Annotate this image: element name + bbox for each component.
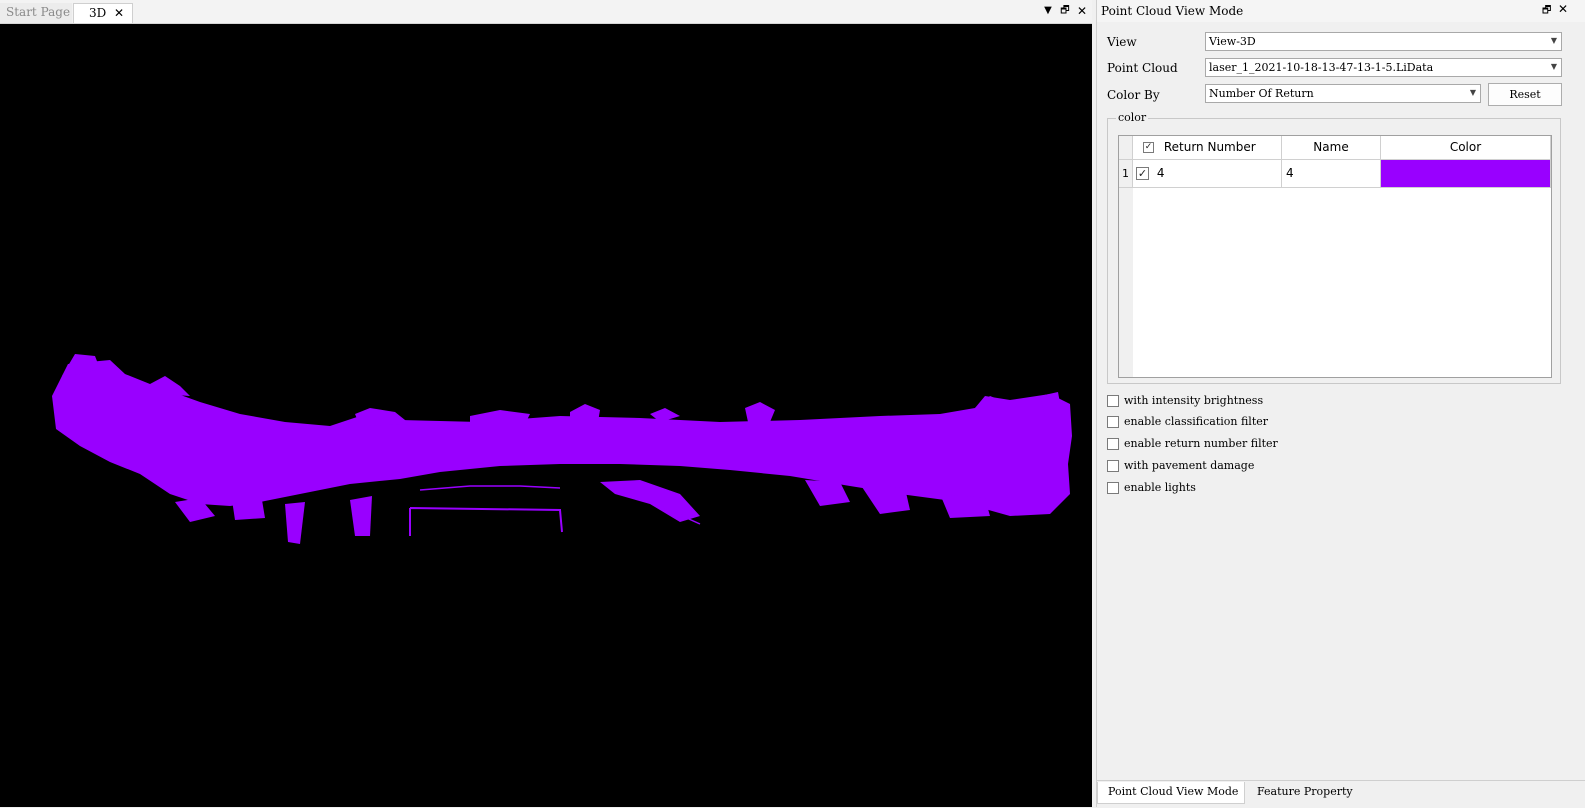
- view-label: View: [1107, 35, 1137, 49]
- point-cloud-road: [52, 360, 1072, 516]
- color-table: ✓ Return Number Name Color 1 ✓ 4 4: [1118, 135, 1552, 378]
- reset-button[interactable]: Reset: [1488, 83, 1562, 106]
- chevron-down-icon: ▼: [1469, 88, 1476, 97]
- classification-filter-checkbox[interactable]: [1107, 416, 1119, 428]
- return-number-filter-checkbox[interactable]: [1107, 438, 1119, 450]
- point-cloud-view-mode-panel: Point Cloud View Mode 🗗 ✕ View View-3D ▼…: [1096, 0, 1585, 808]
- point-cloud-combobox-value: laser_1_2021-10-18-13-47-13-1-5.LiData: [1209, 61, 1434, 74]
- column-header-name-label: Name: [1313, 140, 1349, 154]
- tab-feature-property[interactable]: Feature Property: [1247, 782, 1363, 804]
- table-row-return-number-cell[interactable]: ✓ 4: [1133, 160, 1282, 188]
- tab-close-icon[interactable]: ✕: [114, 4, 124, 22]
- color-by-combobox-value: Number Of Return: [1209, 87, 1314, 100]
- pavement-damage-label: with pavement damage: [1124, 459, 1255, 472]
- chevron-down-icon[interactable]: ▼: [1041, 4, 1055, 18]
- document-tab-bar: Start Page 3D ✕ ▼ 🗗 ✕: [0, 0, 1092, 24]
- 3d-viewport[interactable]: [0, 24, 1092, 807]
- tab-feature-property-label: Feature Property: [1257, 785, 1353, 798]
- intensity-brightness-label: with intensity brightness: [1124, 394, 1264, 407]
- column-header-color[interactable]: Color: [1381, 136, 1551, 160]
- tab-start-page[interactable]: Start Page: [0, 3, 72, 23]
- panel-header: Point Cloud View Mode 🗗 ✕: [1097, 0, 1585, 22]
- view-combobox[interactable]: View-3D ▼: [1205, 32, 1562, 51]
- close-icon[interactable]: ✕: [1558, 2, 1568, 16]
- row-index: 1: [1119, 160, 1133, 188]
- color-groupbox: color ✓ Return Number Name Color 1 ✓ 4 4: [1107, 111, 1561, 384]
- intensity-brightness-checkbox[interactable]: [1107, 395, 1119, 407]
- color-by-combobox[interactable]: Number Of Return ▼: [1205, 84, 1481, 103]
- tab-3d[interactable]: 3D ✕: [73, 3, 133, 23]
- table-corner: [1119, 136, 1133, 160]
- table-row-name-cell[interactable]: 4: [1282, 160, 1381, 188]
- point-cloud-render: [52, 354, 1072, 544]
- panel-bottom-tabs: Point Cloud View Mode Feature Property: [1097, 780, 1585, 808]
- column-header-return-number[interactable]: ✓ Return Number: [1133, 136, 1282, 160]
- column-header-name[interactable]: Name: [1282, 136, 1381, 160]
- row-checkbox[interactable]: ✓: [1136, 167, 1149, 180]
- row-color-swatch[interactable]: [1381, 160, 1551, 188]
- classification-filter-label: enable classification filter: [1124, 415, 1269, 428]
- point-cloud-combobox[interactable]: laser_1_2021-10-18-13-47-13-1-5.LiData ▼: [1205, 58, 1562, 77]
- row-return-number: 4: [1156, 166, 1165, 180]
- restore-window-icon[interactable]: 🗗: [1542, 3, 1551, 20]
- row-name: 4: [1286, 166, 1294, 180]
- chevron-down-icon: ▼: [1550, 36, 1557, 45]
- select-all-checkbox[interactable]: ✓: [1143, 142, 1154, 153]
- tab-point-cloud-view-mode-label: Point Cloud View Mode: [1108, 785, 1239, 798]
- pavement-damage-checkbox[interactable]: [1107, 460, 1119, 472]
- tab-point-cloud-view-mode[interactable]: Point Cloud View Mode: [1097, 782, 1245, 804]
- enable-lights-label: enable lights: [1124, 481, 1196, 494]
- color-group-label: color: [1116, 111, 1149, 124]
- panel-title: Point Cloud View Mode: [1101, 4, 1244, 18]
- enable-lights-checkbox[interactable]: [1107, 482, 1119, 494]
- tab-start-page-label: Start Page: [6, 5, 71, 19]
- close-icon[interactable]: ✕: [1075, 4, 1089, 18]
- restore-window-icon[interactable]: 🗗: [1058, 4, 1072, 18]
- tab-3d-label: 3D: [89, 6, 107, 20]
- column-header-color-label: Color: [1449, 140, 1482, 154]
- chevron-down-icon: ▼: [1550, 62, 1557, 71]
- point-cloud-label: Point Cloud: [1107, 61, 1178, 75]
- return-number-filter-label: enable return number filter: [1124, 437, 1278, 450]
- column-header-return-number-label: Return Number: [1163, 140, 1256, 154]
- color-by-label: Color By: [1107, 88, 1160, 102]
- view-combobox-value: View-3D: [1209, 35, 1256, 48]
